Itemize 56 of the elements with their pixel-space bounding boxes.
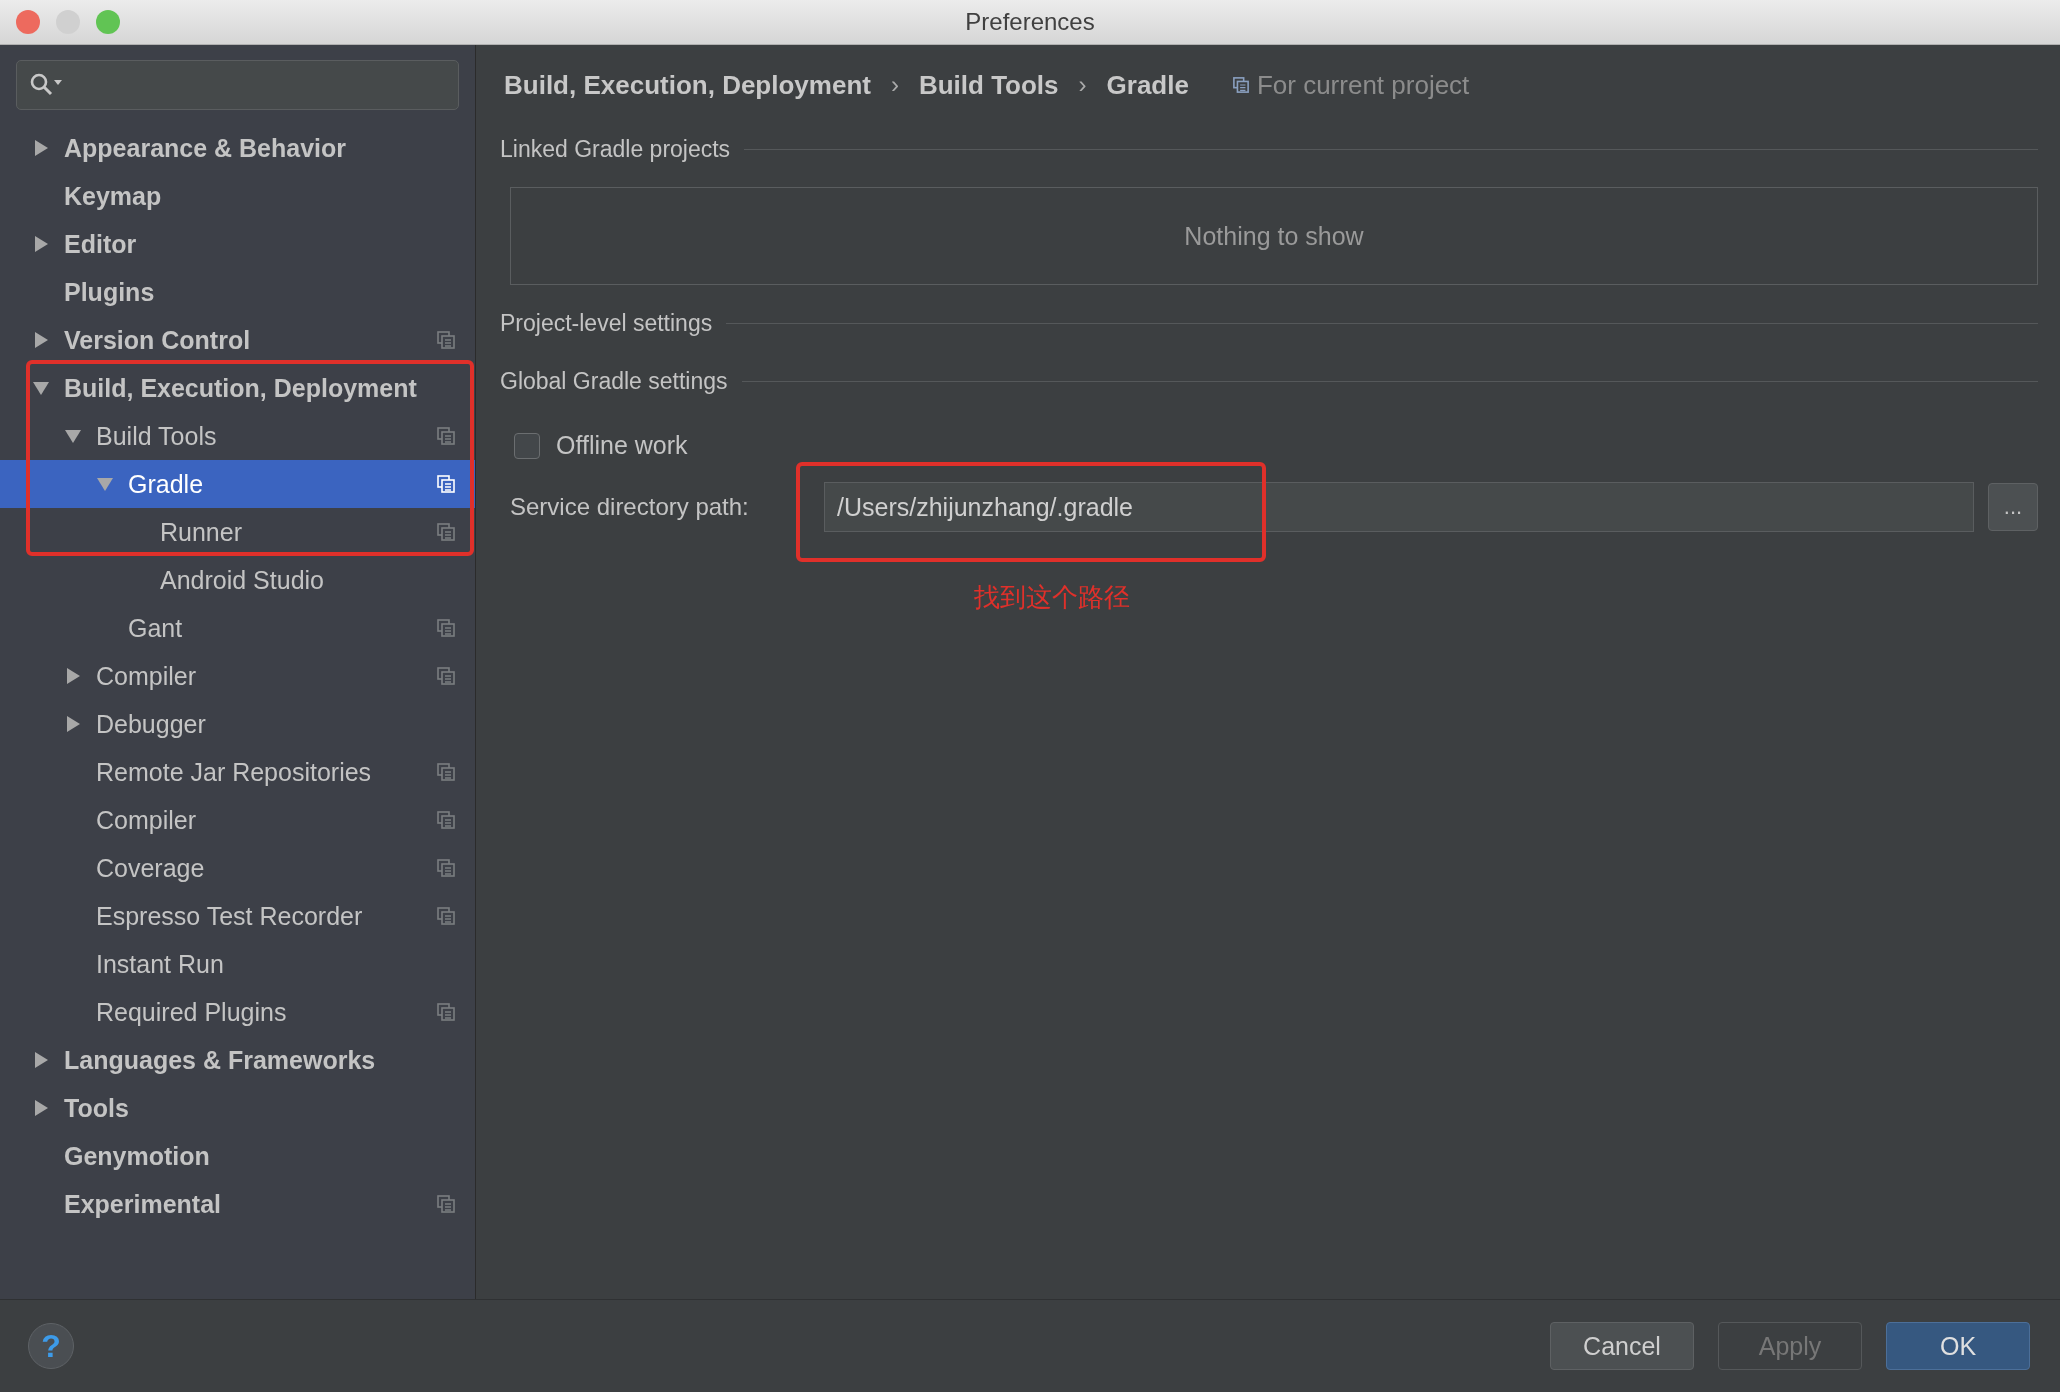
tree-item[interactable]: Build, Execution, Deployment — [0, 364, 475, 412]
annotation-text: 找到这个路径 — [974, 581, 1131, 614]
tree-item[interactable]: Runner — [0, 508, 475, 556]
tree-item[interactable]: Tools — [0, 1084, 475, 1132]
tree-item[interactable]: Gant — [0, 604, 475, 652]
collapsed-arrow-icon[interactable] — [64, 667, 82, 685]
section-title: Global Gradle settings — [500, 367, 728, 395]
tree-item[interactable]: Instant Run — [0, 940, 475, 988]
field-label: Service directory path: — [510, 493, 750, 521]
checkbox-label[interactable]: Offline work — [556, 431, 688, 460]
tree-item[interactable]: Plugins — [0, 268, 475, 316]
expanded-arrow-icon[interactable] — [32, 379, 50, 397]
dialog-button[interactable]: Cancel — [1550, 1322, 1694, 1370]
tree-item[interactable]: Build Tools — [0, 412, 475, 460]
section-title: Project-level settings — [500, 309, 713, 337]
tree-item[interactable]: Editor — [0, 220, 475, 268]
search-icon — [29, 72, 65, 98]
collapsed-arrow-icon[interactable] — [32, 1051, 50, 1069]
tree-item[interactable]: Gradle — [0, 460, 475, 508]
dialog-button[interactable]: OK — [1886, 1322, 2030, 1370]
window-title: Preferences — [965, 8, 1095, 36]
breadcrumb-item[interactable]: Gradle — [1106, 69, 1189, 101]
expanded-arrow-icon[interactable] — [64, 427, 82, 445]
scope-label: For current project — [1256, 69, 1470, 101]
tree-item[interactable]: Coverage — [0, 844, 475, 892]
tree-item[interactable]: Compiler — [0, 796, 475, 844]
collapsed-arrow-icon[interactable] — [32, 331, 50, 349]
breadcrumb-separator: › — [1078, 71, 1087, 99]
tree-item[interactable]: Remote Jar Repositories — [0, 748, 475, 796]
tree-item[interactable]: Keymap — [0, 172, 475, 220]
expanded-arrow-icon[interactable] — [96, 475, 114, 493]
tree-item[interactable]: Debugger — [0, 700, 475, 748]
collapsed-arrow-icon[interactable] — [32, 139, 50, 157]
tree-item[interactable]: Compiler — [0, 652, 475, 700]
tree-item[interactable]: Required Plugins — [0, 988, 475, 1036]
tree-item[interactable]: Genymotion — [0, 1132, 475, 1180]
collapsed-arrow-icon[interactable] — [64, 715, 82, 733]
browse-button[interactable]: ... — [1988, 483, 2038, 531]
tree-item[interactable]: Languages & Frameworks — [0, 1036, 475, 1084]
collapsed-arrow-icon[interactable] — [32, 1099, 50, 1117]
tree-item[interactable]: Appearance & Behavior — [0, 124, 475, 172]
breadcrumb-item[interactable]: Build Tools — [918, 69, 1059, 101]
tree-item[interactable]: Experimental — [0, 1180, 475, 1228]
path-field[interactable]: /Users/zhijunzhang/.gradle — [824, 482, 1974, 532]
tree-item[interactable]: Android Studio — [0, 556, 475, 604]
breadcrumb-separator: › — [890, 71, 899, 99]
close-button[interactable] — [16, 10, 40, 34]
empty-list-text: Nothing to show — [1184, 221, 1364, 251]
tree-item[interactable]: Version Control — [0, 316, 475, 364]
copy-icon — [1232, 77, 1249, 93]
section-title: Linked Gradle projects — [500, 135, 731, 163]
tree-item[interactable]: Espresso Test Recorder — [0, 892, 475, 940]
checkbox[interactable] — [514, 432, 540, 459]
collapsed-arrow-icon[interactable] — [32, 235, 50, 253]
search-field[interactable] — [16, 60, 459, 110]
breadcrumb-item[interactable]: Build, Execution, Deployment — [504, 69, 871, 101]
